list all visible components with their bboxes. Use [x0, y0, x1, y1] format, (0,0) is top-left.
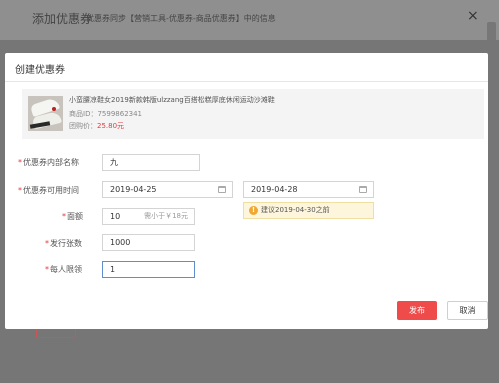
coupon-time-label: *优惠券可用时间: [18, 186, 79, 195]
required-mark: *: [45, 265, 49, 274]
product-price-value: 25.80元: [97, 122, 125, 130]
product-price-label: 团购价：: [69, 122, 97, 130]
calendar-icon[interactable]: [359, 186, 367, 193]
amount-hint: 需小于￥18元: [144, 212, 188, 220]
cancel-button[interactable]: 取消: [447, 301, 488, 320]
coupon-name-input[interactable]: 九: [102, 154, 200, 171]
coupon-name-label: *优惠券内部名称: [18, 158, 79, 167]
issue-count-input[interactable]: 1000: [102, 234, 195, 251]
dialog-divider: [5, 81, 488, 82]
amount-input[interactable]: 10 需小于￥18元: [102, 208, 195, 225]
required-mark: *: [18, 158, 22, 167]
product-thumbnail: [28, 96, 63, 131]
product-name: 小蛮腰凉鞋女2019新款韩版ulzzang百搭松糕厚底休闲运动沙滩鞋: [69, 96, 275, 104]
create-coupon-dialog: 创建优惠券 小蛮腰凉鞋女2019新款韩版ulzzang百搭松糕厚底休闲运动沙滩鞋…: [5, 53, 488, 329]
product-id-value: 7599862341: [97, 110, 143, 118]
background-close-icon[interactable]: ×: [467, 8, 479, 24]
product-summary: 小蛮腰凉鞋女2019新款韩版ulzzang百搭松糕厚底休闲运动沙滩鞋 商品ID：…: [22, 89, 484, 139]
per-person-limit-input[interactable]: 1: [102, 261, 195, 278]
product-price: 团购价：25.80元: [69, 121, 124, 131]
required-mark: *: [45, 239, 49, 248]
start-date-input[interactable]: 2019-04-25: [102, 181, 233, 198]
warning-icon: !: [249, 206, 258, 215]
publish-button[interactable]: 发布: [397, 301, 437, 320]
background-scrollbar[interactable]: [487, 22, 496, 42]
date-suggestion-tip: ! 建议2019-04-30之前: [243, 202, 374, 219]
end-date-value: 2019-04-28: [251, 185, 298, 194]
date-suggestion-text: 建议2019-04-30之前: [261, 206, 330, 214]
amount-label: *面额: [62, 212, 83, 221]
required-mark: *: [18, 186, 22, 195]
background-page-title: 添加优惠券: [32, 12, 93, 26]
dialog-title: 创建优惠券: [15, 65, 65, 76]
end-date-input[interactable]: 2019-04-28: [243, 181, 374, 198]
per-person-limit-label: *每人限领: [45, 265, 82, 274]
product-id: 商品ID：7599862341: [69, 109, 142, 119]
calendar-icon[interactable]: [218, 186, 226, 193]
issue-count-label: *发行张数: [45, 239, 82, 248]
product-id-label: 商品ID：: [69, 110, 98, 118]
background-page-subtitle: 优惠券同步【营销工具-优惠券-商品优惠券】中的信息: [86, 14, 276, 23]
amount-value: 10: [110, 212, 121, 221]
start-date-value: 2019-04-25: [110, 185, 157, 194]
required-mark: *: [62, 212, 66, 221]
